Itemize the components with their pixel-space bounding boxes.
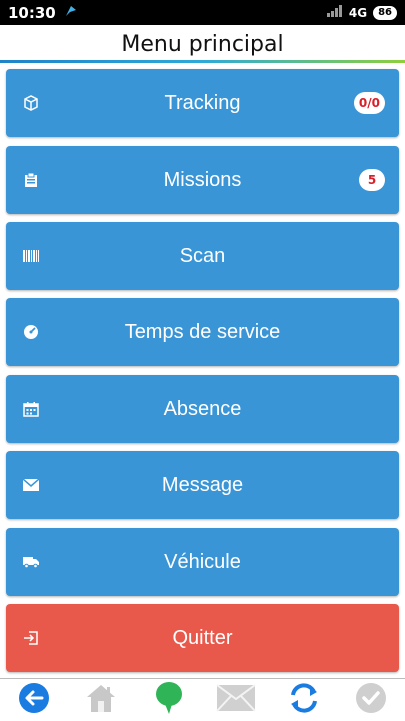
menu-item-scan[interactable]: Scan	[6, 222, 399, 290]
gauge-icon	[22, 323, 40, 341]
mail-icon	[216, 683, 256, 717]
chat-button[interactable]	[149, 681, 189, 720]
box-icon	[22, 94, 40, 112]
barcode-icon	[22, 247, 40, 265]
menu-item-tracking[interactable]: Tracking 0/0	[6, 69, 399, 137]
sync-button[interactable]	[284, 682, 324, 718]
missions-count-badge: 5	[359, 169, 385, 191]
bottom-navigation-bar	[0, 678, 405, 721]
exit-icon	[22, 629, 40, 647]
battery-indicator: 86	[373, 5, 397, 20]
status-time: 10:30	[8, 3, 56, 22]
menu-item-temps-de-service[interactable]: Temps de service	[6, 298, 399, 366]
menu-item-label: Scan	[179, 244, 226, 267]
clipboard-icon	[22, 171, 40, 189]
menu-item-label: Absence	[163, 397, 242, 420]
status-bar: 10:30 4G 86	[0, 0, 405, 25]
menu-item-label: Tracking	[164, 91, 241, 114]
validate-button[interactable]	[351, 682, 391, 718]
menu-item-label: Véhicule	[164, 550, 241, 573]
network-type: 4G	[348, 5, 368, 20]
mail-button[interactable]	[216, 682, 256, 718]
calendar-icon	[22, 400, 40, 418]
menu-item-vehicule[interactable]: Véhicule	[6, 528, 399, 596]
menu-item-missions[interactable]: Missions 5	[6, 146, 399, 214]
check-icon	[355, 682, 387, 719]
menu-item-quitter[interactable]: Quitter	[6, 604, 399, 672]
back-arrow-icon	[18, 682, 50, 719]
menu-item-label: Quitter	[172, 626, 233, 649]
menu-item-absence[interactable]: Absence	[6, 375, 399, 443]
truck-icon	[22, 553, 40, 571]
title-divider	[0, 60, 405, 63]
app-notification-icon	[64, 4, 78, 22]
sync-icon	[287, 681, 321, 720]
tracking-count-badge: 0/0	[353, 92, 385, 114]
home-button[interactable]	[81, 682, 121, 718]
envelope-icon	[22, 476, 40, 494]
menu-item-label: Message	[161, 473, 244, 496]
chat-bubble-icon	[155, 681, 183, 720]
back-button[interactable]	[14, 682, 54, 718]
page-title: Menu principal	[121, 31, 284, 57]
menu-item-label: Temps de service	[124, 320, 281, 343]
menu-item-label: Missions	[163, 168, 242, 191]
signal-icon	[326, 5, 343, 20]
home-icon	[84, 682, 118, 719]
menu-item-message[interactable]: Message	[6, 451, 399, 519]
